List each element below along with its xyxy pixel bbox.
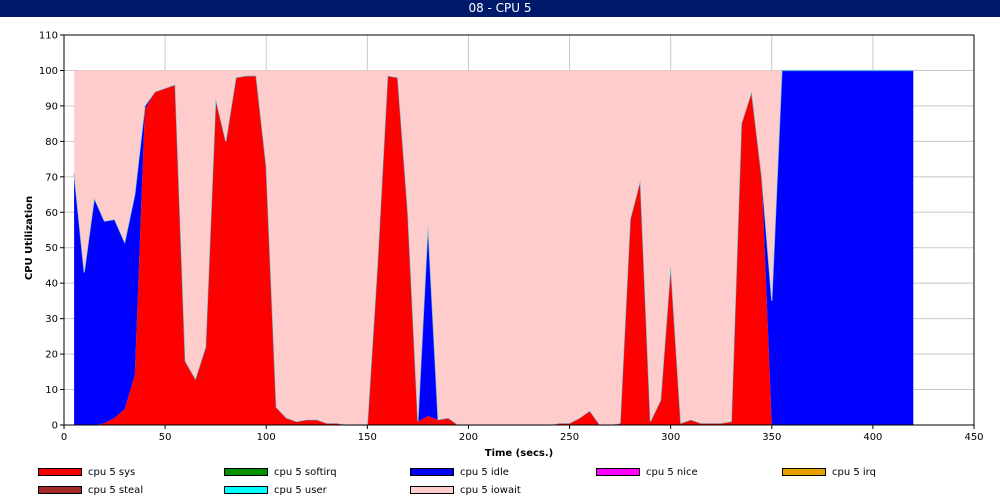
legend-swatch xyxy=(782,468,826,476)
x-tick-label: 0 xyxy=(61,432,67,443)
y-tick-label: 0 xyxy=(52,421,58,432)
stacked-areas xyxy=(73,69,914,426)
y-tick-label: 30 xyxy=(45,314,58,325)
y-tick-label: 100 xyxy=(39,66,58,77)
y-tick-label: 90 xyxy=(45,101,58,112)
y-tick-label: 60 xyxy=(45,208,58,219)
legend-item-cpu-5-user: cpu 5 user xyxy=(224,484,327,498)
legend-swatch xyxy=(38,468,82,476)
x-tick-label: 150 xyxy=(358,432,377,443)
legend-label: cpu 5 idle xyxy=(460,467,509,478)
legend-swatch xyxy=(410,486,454,494)
x-tick-label: 350 xyxy=(762,432,781,443)
legend-swatch xyxy=(38,486,82,494)
legend-label: cpu 5 nice xyxy=(646,467,698,478)
cpu-utilization-chart: 0 10 20 30 40 50 60 70 80 90 100 110 0 50 100 150 200 250… xyxy=(24,31,984,460)
legend-swatch xyxy=(224,486,268,494)
y-tick-label: 50 xyxy=(45,243,58,254)
legend-item-cpu-5-irq: cpu 5 irq xyxy=(782,466,876,480)
legend-item-cpu-5-idle: cpu 5 idle xyxy=(410,466,509,480)
legend-item-cpu-5-steal: cpu 5 steal xyxy=(38,484,143,498)
legend-item-cpu-5-sys: cpu 5 sys xyxy=(38,466,135,480)
window-title: 08 - CPU 5 xyxy=(468,1,532,15)
x-tick-label: 400 xyxy=(863,432,882,443)
x-tick-label: 250 xyxy=(560,432,579,443)
legend-label: cpu 5 irq xyxy=(832,467,876,478)
x-tick-label: 100 xyxy=(257,432,276,443)
legend-label: cpu 5 iowait xyxy=(460,485,521,496)
legend-item-cpu-5-softirq: cpu 5 softirq xyxy=(224,466,337,480)
y-tick-label: 20 xyxy=(45,350,58,361)
legend-label: cpu 5 sys xyxy=(88,467,136,478)
legend-swatch xyxy=(224,468,268,476)
legend-label: cpu 5 steal xyxy=(88,485,144,496)
legend-label: cpu 5 user xyxy=(274,485,327,496)
x-tick-label: 200 xyxy=(459,432,478,443)
chart-legend: cpu 5 sys cpu 5 softirq cpu 5 idle cpu 5 ni… xyxy=(0,462,1000,504)
legend-swatch xyxy=(410,468,454,476)
legend-item-cpu-5-nice: cpu 5 nice xyxy=(596,466,698,480)
y-tick-label: 70 xyxy=(45,172,58,183)
x-tick-label: 50 xyxy=(159,432,172,443)
legend-item-cpu-5-iowait: cpu 5 iowait xyxy=(410,484,521,498)
legend-swatch xyxy=(596,468,640,476)
y-tick-label: 80 xyxy=(45,137,58,148)
x-tick-label: 300 xyxy=(661,432,680,443)
y-axis-title: CPU Utilization xyxy=(24,196,35,280)
x-tick-label: 450 xyxy=(964,432,983,443)
x-axis-title: Time (secs.) xyxy=(485,448,554,459)
y-tick-label: 10 xyxy=(45,385,58,396)
legend-label: cpu 5 softirq xyxy=(274,467,337,478)
window-title-bar: 08 - CPU 5 xyxy=(0,0,1000,17)
y-tick-label: 110 xyxy=(39,31,58,42)
y-tick-label: 40 xyxy=(45,279,58,290)
